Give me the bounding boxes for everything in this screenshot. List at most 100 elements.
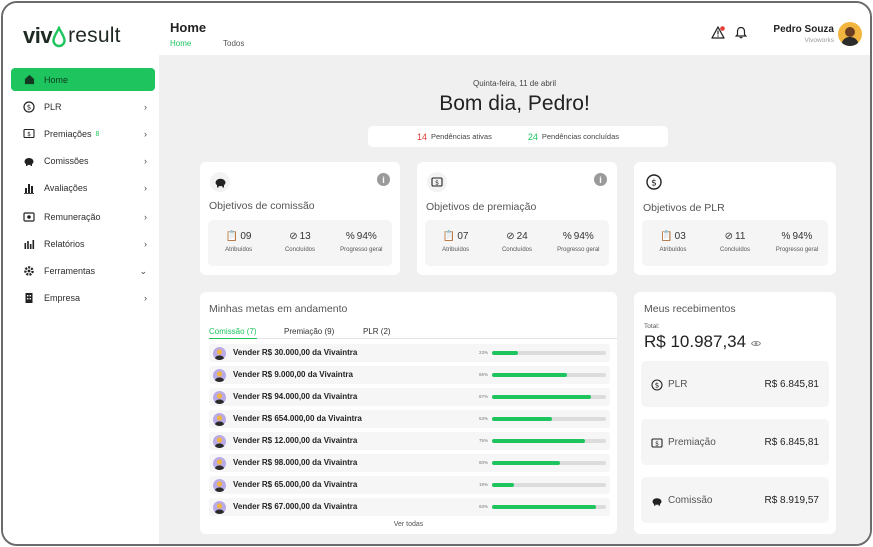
done-count: 24 xyxy=(527,131,538,142)
progress-bar xyxy=(492,505,606,509)
progress-fill xyxy=(492,417,553,421)
pending-count: 14 xyxy=(416,131,427,142)
list-item[interactable]: Vender R$ 30.000,00 da Vivaintra 23% xyxy=(209,344,610,362)
tab-plr[interactable]: PLR (2) xyxy=(363,327,391,336)
chevron-right-icon: › xyxy=(144,239,147,249)
list-item[interactable]: Vender R$ 65.000,00 da Vivaintra 19% xyxy=(209,476,610,494)
user-org: Vivoworks xyxy=(804,37,834,44)
sidebar-item-avaliacoes[interactable]: Avaliações › xyxy=(11,176,155,200)
meta-text: Vender R$ 65.000,00 da Vivaintra xyxy=(233,480,358,489)
stat-value: 07 xyxy=(457,231,469,242)
dollar-circle-icon: $ xyxy=(23,101,35,113)
eye-icon[interactable] xyxy=(751,332,762,352)
list-item[interactable]: Vender R$ 67.000,00 da Vivaintra 93% xyxy=(209,498,610,516)
chevron-right-icon: › xyxy=(144,156,147,166)
progress-bar xyxy=(492,461,606,465)
sidebar-item-home[interactable]: Home xyxy=(11,68,155,91)
recebimento-comissao[interactable]: Comissão R$ 8.919,57 xyxy=(641,477,829,523)
sidebar-item-label: PLR xyxy=(44,102,62,112)
alert-icon[interactable] xyxy=(711,26,725,44)
stat-label: Concluídos xyxy=(284,247,315,253)
stat-atribuidos: 📋 03 Atribuídos xyxy=(642,220,704,266)
sidebar-item-ferramentas[interactable]: Ferramentas ⌄ xyxy=(11,259,155,283)
sidebar: viv result Home $ PLR › $ Premiações 8 ›… xyxy=(3,3,159,544)
recebimento-value: R$ 6.845,81 xyxy=(764,379,820,390)
progress-fill xyxy=(492,351,519,355)
svg-text:$: $ xyxy=(27,104,31,112)
bell-icon[interactable] xyxy=(734,26,748,44)
card-title: Objetivos de comissão xyxy=(209,200,315,212)
list-item[interactable]: Vender R$ 9.000,00 da Vivaintra 66% xyxy=(209,366,610,384)
dollar-circle-icon: $ xyxy=(644,172,664,192)
sidebar-item-comissoes[interactable]: Comissões › xyxy=(11,149,155,173)
avatar xyxy=(213,369,226,382)
info-icon[interactable]: i xyxy=(377,173,390,186)
meta-percent: 60% xyxy=(479,460,489,465)
card-objetivos-plr[interactable]: $ Objetivos de PLR 📋 03 Atribuídos ⊘ 11 Co… xyxy=(634,162,836,275)
card-objetivos-comissao[interactable]: i Objetivos de comissão 📋 09 Atribuídos ⊘… xyxy=(200,162,400,275)
card-objetivos-premiacao[interactable]: $ i Objetivos de premiação 📋 07 Atribuído… xyxy=(417,162,617,275)
progress-bar xyxy=(492,439,606,443)
avatar[interactable] xyxy=(838,22,862,46)
card-stats: 📋 07 Atribuídos ⊘ 24 Concluídos % 94% Progr… xyxy=(425,220,609,266)
percent-icon: % xyxy=(345,231,355,242)
card-stats: 📋 03 Atribuídos ⊘ 11 Concluídos % 94% Progr… xyxy=(642,220,828,266)
check-circle-icon: ⊘ xyxy=(506,231,515,242)
stat-atribuidos: 📋 07 Atribuídos xyxy=(425,220,486,266)
award-icon: $ xyxy=(427,172,447,192)
progress-bar xyxy=(492,373,606,377)
piggy-bank-icon xyxy=(210,172,230,192)
list-item[interactable]: Vender R$ 654.000,00 da Vivaintra 53% xyxy=(209,410,610,428)
list-item[interactable]: Vender R$ 98.000,00 da Vivaintra 60% xyxy=(209,454,610,472)
logo-text-viv: viv xyxy=(23,23,53,48)
stat-label: Concluídos xyxy=(719,247,751,253)
card-stats: 📋 09 Atribuídos ⊘ 13 Concluídos % 94% Progr… xyxy=(208,220,392,266)
ver-todas-link[interactable]: Ver todas xyxy=(200,521,617,528)
progress-bar xyxy=(492,395,606,399)
recebimento-label: PLR xyxy=(668,379,688,390)
avatar xyxy=(213,457,226,470)
greeting: Bom dia, Pedro! xyxy=(439,92,590,115)
stat-concluidos: ⊘ 11 Concluídos xyxy=(704,220,766,266)
metas-panel: Minhas metas em andamento Comissão (7) P… xyxy=(200,292,617,534)
sidebar-item-relatorios[interactable]: Relatórios › xyxy=(11,232,155,256)
info-icon[interactable]: i xyxy=(594,173,607,186)
stat-label: Progresso geral xyxy=(340,247,383,253)
list-item[interactable]: Vender R$ 94.000,00 da Vivaintra 87% xyxy=(209,388,610,406)
award-icon: $ xyxy=(651,436,663,454)
meta-percent: 87% xyxy=(479,394,489,399)
recebimento-premiacao[interactable]: $ Premiação R$ 6.845,81 xyxy=(641,419,829,465)
logo-text-result: result xyxy=(68,24,121,47)
percent-icon: % xyxy=(781,231,791,242)
tab-todos[interactable]: Todos xyxy=(223,39,244,48)
sidebar-item-label: Comissões xyxy=(44,156,89,166)
sidebar-item-label: Relatórios xyxy=(44,239,85,249)
stat-label: Atribuídos xyxy=(225,247,253,253)
tab-home[interactable]: Home xyxy=(170,39,191,48)
stat-value: 13 xyxy=(299,231,311,242)
sidebar-item-plr[interactable]: $ PLR › xyxy=(11,95,155,119)
metas-tabs: Comissão (7) Premiação (9) PLR (2) xyxy=(209,327,617,339)
sidebar-item-empresa[interactable]: Empresa › xyxy=(11,286,155,310)
list-item[interactable]: Vender R$ 12.000,00 da Vivaintra 75% xyxy=(209,432,610,450)
recebimentos-panel: Meus recebimentos Total: R$ 10.987,34 $ … xyxy=(634,292,836,534)
recebimento-plr[interactable]: $ PLR R$ 6.845,81 xyxy=(641,361,829,407)
tab-premiacao[interactable]: Premiação (9) xyxy=(284,327,334,336)
sidebar-item-label: Remuneração xyxy=(44,212,101,222)
logo: viv result xyxy=(23,21,121,51)
card-title: Objetivos de premiação xyxy=(426,201,537,213)
chevron-right-icon: › xyxy=(144,212,147,222)
user-name[interactable]: Pedro Souza xyxy=(773,24,834,35)
tab-comissao[interactable]: Comissão (7) xyxy=(209,327,257,339)
stat-progresso: % 94% Progresso geral xyxy=(548,220,609,266)
percent-icon: % xyxy=(562,231,572,242)
stat-label: Progresso geral xyxy=(557,247,600,253)
pending-summary[interactable]: 14 Pendências ativas 24 Pendências concl… xyxy=(368,126,668,147)
stat-value: 03 xyxy=(674,231,686,242)
clipboard-icon: 📋 xyxy=(442,231,456,242)
stat-concluidos: ⊘ 13 Concluídos xyxy=(269,220,330,266)
sidebar-item-label: Premiações xyxy=(44,129,92,139)
sidebar-item-premiacoes[interactable]: $ Premiações 8 › xyxy=(11,122,155,146)
avatar xyxy=(213,413,226,426)
sidebar-item-remuneracao[interactable]: Remuneração › xyxy=(11,205,155,229)
